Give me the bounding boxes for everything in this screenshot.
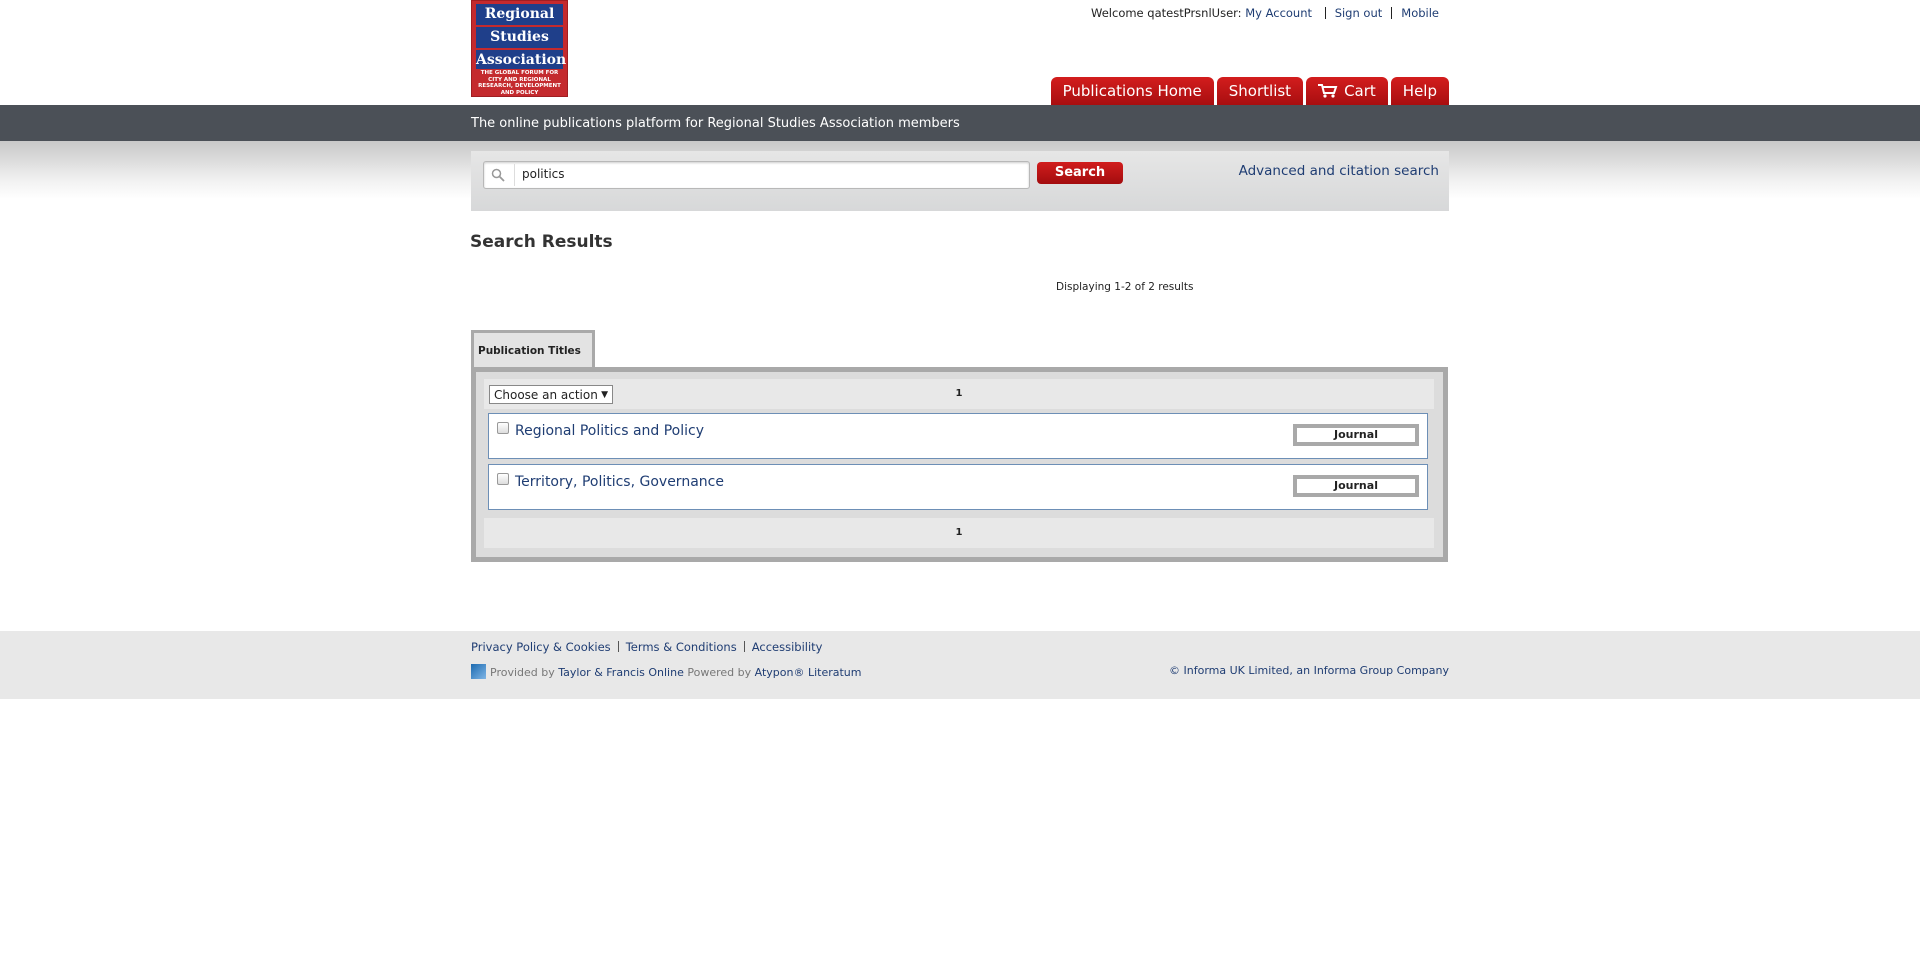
my-account-link[interactable]: My Account: [1245, 6, 1312, 20]
privacy-link[interactable]: Privacy Policy & Cookies: [471, 640, 611, 654]
search-field[interactable]: [483, 161, 1030, 189]
accessibility-link[interactable]: Accessibility: [752, 640, 823, 654]
search-button[interactable]: Search: [1037, 162, 1123, 184]
platform-link[interactable]: Atypon® Literatum: [755, 666, 862, 679]
banner-bar: The online publications platform for Reg…: [0, 105, 1920, 141]
tab-shortlist[interactable]: Shortlist: [1216, 77, 1304, 105]
select-checkbox[interactable]: [497, 422, 509, 434]
logo-line-1: Regional: [476, 4, 563, 27]
page-number[interactable]: 1: [956, 527, 963, 538]
type-badge: Journal: [1293, 475, 1419, 497]
publication-title-link[interactable]: Territory, Politics, Governance: [515, 474, 724, 490]
welcome-text: Welcome qatestPrsnlUser:: [1091, 6, 1242, 20]
taylor-francis-icon: [471, 664, 486, 679]
divider: [617, 641, 619, 652]
copyright: © Informa UK Limited, an Informa Group C…: [1169, 664, 1449, 677]
search-input[interactable]: [520, 166, 1024, 182]
cart-icon: [1318, 84, 1338, 98]
divider: [743, 641, 745, 652]
user-links: Welcome qatestPrsnlUser: My Account Sign…: [1091, 6, 1439, 20]
divider: [514, 164, 515, 186]
tab-publication-titles[interactable]: Publication Titles (2): [471, 330, 595, 393]
action-select-value: Choose an action: [494, 388, 598, 402]
main-nav: Publications Home Shortlist Cart Help: [1050, 77, 1449, 105]
powered-by-text: Powered by: [687, 666, 752, 679]
terms-link[interactable]: Terms & Conditions: [626, 640, 737, 654]
provider-line: Provided by Taylor & Francis Online Powe…: [471, 664, 862, 679]
chevron-down-icon: ▼: [601, 390, 608, 400]
provided-by-text: Provided by: [490, 666, 555, 679]
publication-title-link[interactable]: Regional Politics and Policy: [515, 423, 704, 439]
footer-links: Privacy Policy & Cookies Terms & Conditio…: [471, 640, 822, 654]
results-count: Displaying 1-2 of 2 results: [1056, 281, 1194, 293]
search-panel: Search Advanced and citation search: [471, 151, 1449, 211]
divider: [1324, 7, 1326, 19]
list-item: Regional Politics and Policy Journal: [488, 413, 1428, 459]
mobile-link[interactable]: Mobile: [1401, 6, 1439, 20]
tab-help[interactable]: Help: [1390, 77, 1449, 105]
type-badge: Journal: [1293, 424, 1419, 446]
rsa-logo[interactable]: Regional Studies Association THE GLOBAL …: [471, 0, 568, 97]
tab-label: Cart: [1344, 82, 1376, 100]
tab-cart[interactable]: Cart: [1306, 77, 1388, 105]
advanced-search-link[interactable]: Advanced and citation search: [1239, 163, 1439, 179]
logo-tagline: THE GLOBAL FORUM FOR CITY AND REGIONAL R…: [478, 70, 561, 96]
pagination-top: Choose an action ▼ 1: [484, 379, 1434, 409]
tab-label: Shortlist: [1228, 82, 1292, 100]
logo-wordmark: Regional Studies Association: [476, 4, 567, 69]
tab-label: Help: [1402, 82, 1437, 100]
banner-text: The online publications platform for Reg…: [471, 116, 960, 131]
pagination-bottom: 1: [484, 518, 1434, 548]
list-item: Territory, Politics, Governance Journal: [488, 464, 1428, 510]
search-icon: [491, 168, 505, 182]
action-select[interactable]: Choose an action ▼: [489, 385, 613, 404]
logo-line-2: Studies: [476, 27, 563, 50]
logo-line-3: Association: [476, 52, 567, 68]
tab-publications-home[interactable]: Publications Home: [1050, 77, 1214, 105]
page-title: Search Results: [470, 232, 613, 252]
page-number[interactable]: 1: [956, 388, 963, 399]
divider: [1391, 7, 1393, 19]
tab-label: Publications Home: [1062, 82, 1202, 100]
results-panel: Choose an action ▼ 1 Regional Politics a…: [471, 367, 1448, 562]
site-footer: Privacy Policy & Cookies Terms & Conditio…: [0, 631, 1920, 699]
select-checkbox[interactable]: [497, 473, 509, 485]
provider-link[interactable]: Taylor & Francis Online: [558, 666, 684, 679]
site-header: Regional Studies Association THE GLOBAL …: [0, 0, 1920, 105]
sign-out-link[interactable]: Sign out: [1335, 6, 1383, 20]
